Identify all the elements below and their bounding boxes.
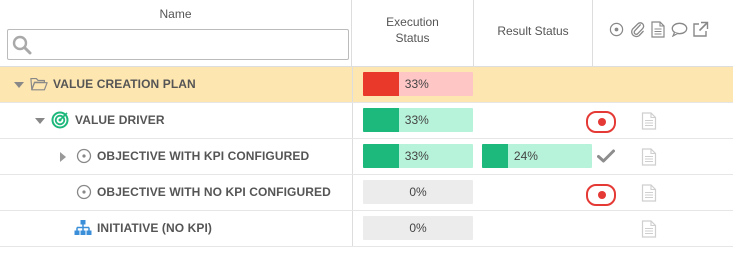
status-indicator-red[interactable] <box>586 111 616 133</box>
grid-header: Name Execution Status Result Status <box>0 0 733 67</box>
paperclip-icon[interactable] <box>628 19 646 39</box>
execution-status-title: Execution Status <box>352 14 473 46</box>
tree-node-label[interactable]: VALUE CREATION PLAN <box>53 77 196 91</box>
column-divider <box>352 211 353 246</box>
name-column-title: Name <box>159 7 192 21</box>
folder-open-icon <box>30 78 48 91</box>
column-divider <box>352 67 353 102</box>
tree-row-initiative-no-kpi[interactable]: INITIATIVE (NO KPI) 0% <box>0 211 733 247</box>
document-icon[interactable] <box>641 220 657 238</box>
tree-node-label[interactable]: VALUE DRIVER <box>75 113 165 127</box>
tree-node-label[interactable]: INITIATIVE (NO KPI) <box>97 221 212 235</box>
execution-status-bar: 0% <box>363 216 473 240</box>
progress-percent: 33% <box>404 113 429 127</box>
action-icons-column-header <box>593 0 733 67</box>
target-icon <box>76 148 92 164</box>
progress-fill <box>363 144 400 168</box>
name-column-header: Name <box>0 0 352 67</box>
tree-row-objective-with-kpi[interactable]: OBJECTIVE WITH KPI CONFIGURED 33% 24% <box>0 139 733 175</box>
hierarchy-icon <box>74 220 92 235</box>
check-icon <box>597 149 615 163</box>
document-icon[interactable] <box>641 184 657 202</box>
column-divider <box>352 139 353 174</box>
result-status-title: Result Status <box>497 24 569 38</box>
target-icon <box>76 184 92 200</box>
progress-fill <box>363 108 400 132</box>
red-dot-icon <box>598 118 606 126</box>
column-divider <box>352 175 353 210</box>
document-icon[interactable] <box>649 19 667 39</box>
collapse-caret-icon[interactable] <box>34 115 46 127</box>
search-input[interactable] <box>36 32 344 57</box>
bullseye-icon <box>51 111 69 129</box>
execution-status-bar: 0% <box>363 180 473 204</box>
progress-percent: 33% <box>404 149 429 163</box>
tree-row-value-driver[interactable]: VALUE DRIVER 33% <box>0 103 733 139</box>
progress-percent: 33% <box>404 77 429 91</box>
progress-percent: 24% <box>513 149 538 163</box>
collapse-caret-icon[interactable] <box>13 79 25 91</box>
result-status-bar: 24% <box>482 144 592 168</box>
execution-status-title-line2: Status <box>395 31 430 45</box>
comment-icon[interactable] <box>670 19 688 39</box>
search-icon <box>12 35 32 55</box>
search-field[interactable] <box>7 29 349 60</box>
status-indicator-red[interactable] <box>586 184 616 206</box>
execution-status-bar: 33% <box>363 72 473 96</box>
progress-fill <box>363 72 400 96</box>
result-status-column-header[interactable]: Result Status <box>474 0 593 67</box>
document-icon[interactable] <box>641 148 657 166</box>
tree-node-label[interactable]: OBJECTIVE WITH NO KPI CONFIGURED <box>97 185 331 199</box>
external-link-icon[interactable] <box>691 19 709 39</box>
progress-percent: 0% <box>409 221 427 235</box>
execution-status-column-header[interactable]: Execution Status <box>352 0 474 67</box>
progress-percent: 0% <box>409 185 427 199</box>
target-icon[interactable] <box>607 19 625 39</box>
document-icon[interactable] <box>641 112 657 130</box>
tree-node-label[interactable]: OBJECTIVE WITH KPI CONFIGURED <box>97 149 309 163</box>
progress-fill <box>482 144 509 168</box>
execution-status-title-line1: Execution <box>386 15 439 29</box>
column-divider <box>352 103 353 138</box>
red-dot-icon <box>598 191 606 199</box>
expand-caret-icon[interactable] <box>57 151 69 163</box>
tree-row-value-creation-plan[interactable]: VALUE CREATION PLAN 33% <box>0 67 733 103</box>
execution-status-bar: 33% <box>363 108 473 132</box>
execution-status-bar: 33% <box>363 144 473 168</box>
tree-row-objective-no-kpi[interactable]: OBJECTIVE WITH NO KPI CONFIGURED 0% <box>0 175 733 211</box>
